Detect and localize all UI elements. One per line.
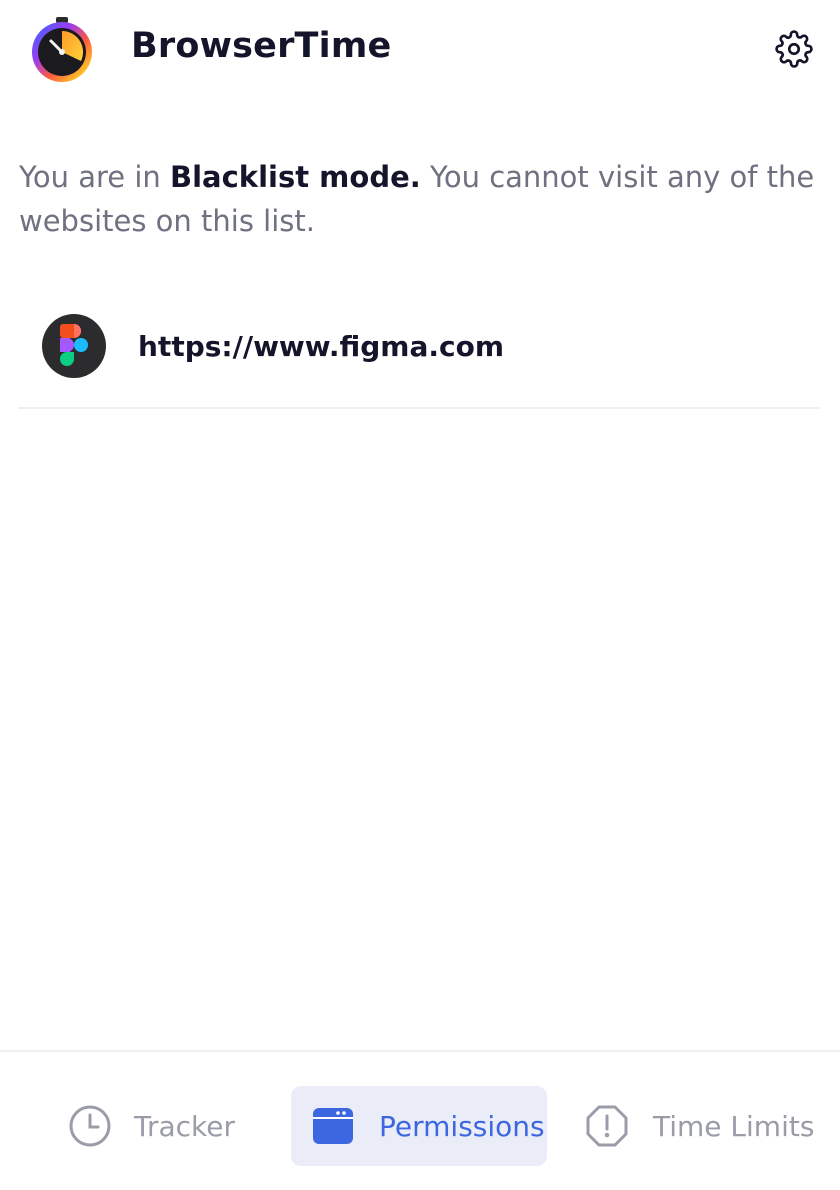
list-item[interactable]: https://www.figma.com bbox=[18, 300, 820, 409]
alert-octagon-icon bbox=[585, 1104, 629, 1148]
app-root: BrowserTime You are in Blacklist mode. Y… bbox=[0, 0, 840, 1190]
browser-window-icon bbox=[311, 1104, 355, 1148]
nav-permissions[interactable]: Permissions bbox=[291, 1086, 547, 1166]
nav-permissions-label: Permissions bbox=[379, 1109, 545, 1143]
app-title: BrowserTime bbox=[131, 26, 392, 66]
nav-time-limits-label: Time Limits bbox=[653, 1109, 815, 1143]
gear-icon bbox=[775, 30, 813, 72]
mode-description: You are in Blacklist mode. You cannot vi… bbox=[19, 155, 819, 243]
clock-icon bbox=[68, 1104, 112, 1148]
stopwatch-logo-icon bbox=[29, 17, 95, 83]
nav-tracker-label: Tracker bbox=[134, 1109, 236, 1143]
nav-tracker[interactable]: Tracker bbox=[60, 1086, 270, 1166]
site-url: https://www.figma.com bbox=[138, 330, 505, 363]
figma-icon bbox=[42, 314, 106, 378]
header: BrowserTime bbox=[0, 0, 840, 100]
mode-prefix: You are in bbox=[19, 160, 170, 194]
settings-button[interactable] bbox=[772, 29, 816, 73]
mode-name: Blacklist mode. bbox=[169, 160, 421, 194]
nav-time-limits[interactable]: Time Limits bbox=[580, 1086, 820, 1166]
bottom-nav: Tracker Permissions Time Limits bbox=[0, 1050, 840, 1190]
site-list: https://www.figma.com bbox=[18, 300, 820, 409]
